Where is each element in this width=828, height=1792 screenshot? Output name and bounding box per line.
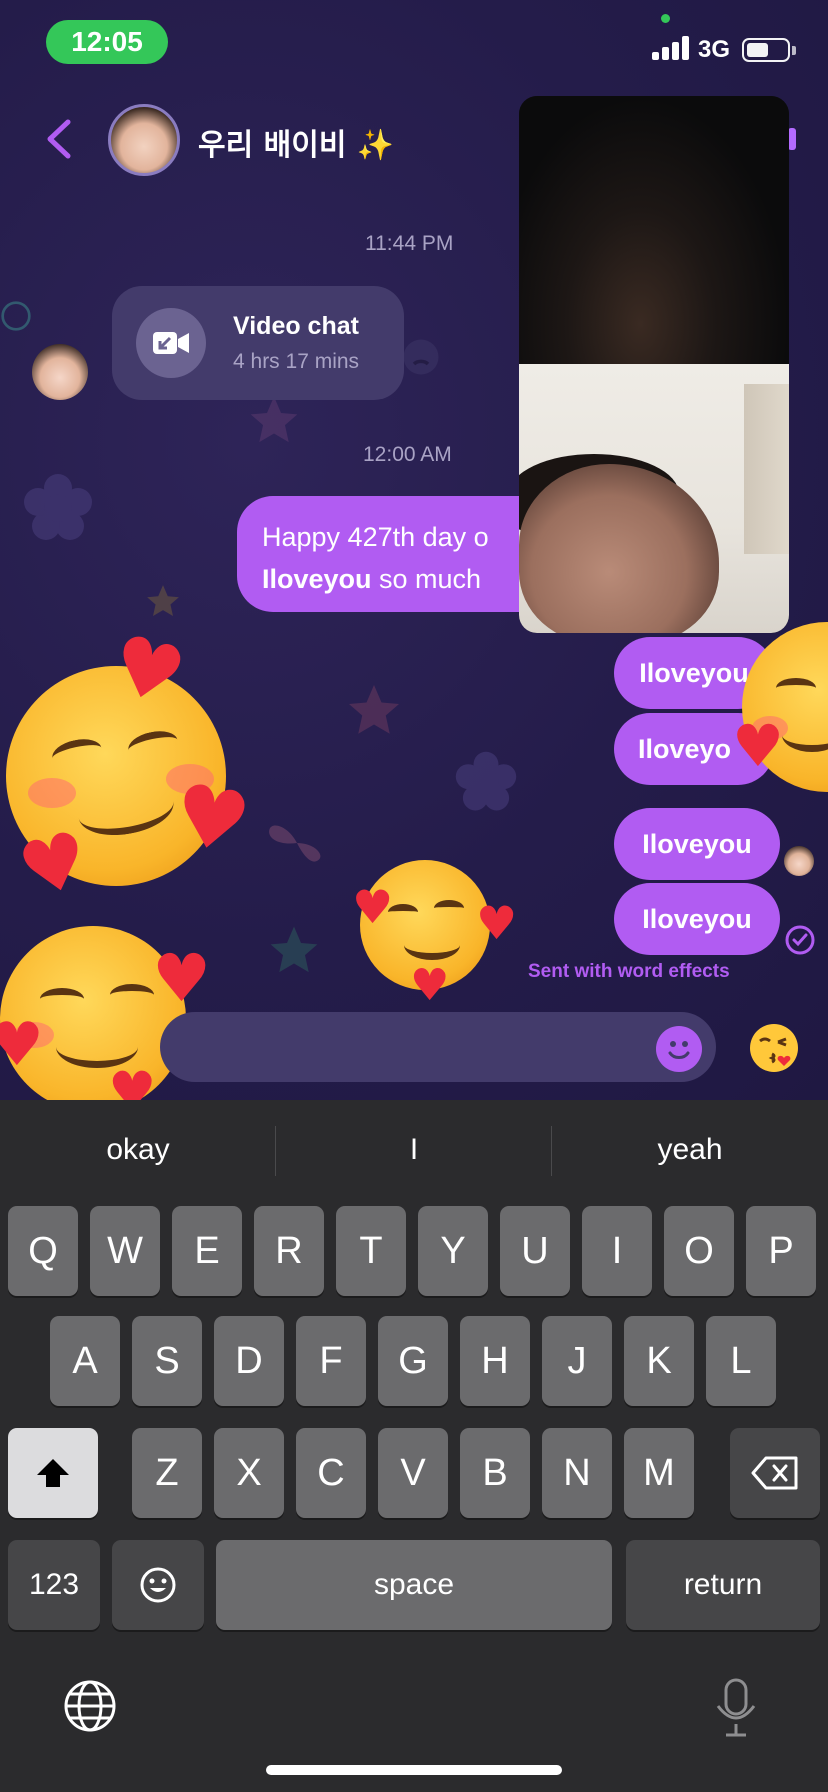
keyboard: okay I yeah Q W E R T Y U I O P A S D F … — [0, 1100, 828, 1792]
key-f[interactable]: F — [296, 1316, 366, 1406]
shift-icon — [37, 1459, 69, 1487]
key-u[interactable]: U — [500, 1206, 570, 1296]
suggestion-item[interactable]: yeah — [552, 1100, 828, 1200]
home-indicator[interactable] — [266, 1765, 562, 1775]
network-type: 3G — [698, 36, 731, 63]
flower-sticker-decoration — [24, 474, 92, 540]
kiss-emoji-icon — [750, 1024, 798, 1072]
message-text: so much — [371, 564, 482, 594]
key-h[interactable]: H — [460, 1316, 530, 1406]
background-door — [744, 384, 789, 554]
key-i[interactable]: I — [582, 1206, 652, 1296]
suggestion-item[interactable]: I — [276, 1100, 552, 1200]
key-q[interactable]: Q — [8, 1206, 78, 1296]
key-t[interactable]: T — [336, 1206, 406, 1296]
dictation-button[interactable] — [714, 1678, 758, 1738]
bold-word: Iloveyou — [262, 564, 372, 594]
message-input[interactable] — [160, 1012, 716, 1082]
star-sticker-decoration — [349, 685, 399, 734]
key-g[interactable]: G — [378, 1316, 448, 1406]
key-z[interactable]: Z — [132, 1428, 202, 1518]
emoji-picker-button[interactable] — [656, 1026, 702, 1072]
outgoing-message-bubble[interactable]: Iloveyou — [614, 883, 780, 955]
cellular-signal-icon — [652, 36, 692, 60]
key-j[interactable]: J — [542, 1316, 612, 1406]
butterfly-sticker-decoration — [269, 825, 321, 862]
message-timestamp: 12:00 AM — [363, 443, 452, 466]
remote-video-feed — [519, 96, 789, 364]
sender-avatar — [32, 344, 88, 400]
message-timestamp: 11:44 PM — [365, 232, 454, 255]
heart-icon: ♥ — [732, 712, 784, 780]
read-receipt-avatar — [784, 846, 814, 876]
camera-in-use-indicator — [661, 14, 670, 23]
key-b[interactable]: B — [460, 1428, 530, 1518]
heart-icon: ♥ — [152, 940, 212, 1017]
key-m[interactable]: M — [624, 1428, 694, 1518]
smiley-sticker-decoration — [1, 301, 31, 331]
video-camera-icon — [136, 308, 206, 378]
outgoing-message-bubble[interactable]: Iloveyou — [614, 808, 780, 880]
battery-icon — [742, 38, 790, 62]
key-e[interactable]: E — [172, 1206, 242, 1296]
key-v[interactable]: V — [378, 1428, 448, 1518]
status-bar: 12:05 3G — [0, 0, 828, 90]
delivered-check-icon — [785, 925, 815, 955]
key-d[interactable]: D — [214, 1316, 284, 1406]
chevron-left-icon — [47, 119, 71, 159]
video-chat-title: Video chat — [233, 312, 359, 340]
heart-icon: ♥ — [410, 960, 450, 1011]
star-sticker-decoration — [250, 396, 298, 443]
heart-icon: ♥ — [0, 1010, 44, 1080]
key-r[interactable]: R — [254, 1206, 324, 1296]
key-k[interactable]: K — [624, 1316, 694, 1406]
heart-icon: ♥ — [166, 764, 258, 874]
quick-reaction-button[interactable] — [748, 1022, 800, 1074]
key-w[interactable]: W — [90, 1206, 160, 1296]
shift-key[interactable] — [8, 1428, 98, 1518]
heart-icon: ♥ — [108, 1060, 157, 1100]
heart-icon: ♥ — [352, 880, 394, 934]
word-effects-note: Sent with word effects — [528, 961, 730, 982]
suggestion-item[interactable]: okay — [0, 1100, 276, 1200]
chat-area[interactable]: 12:05 3G 우리 배이비 ✨ 11:44 PM Video chat 4 … — [0, 0, 828, 1100]
star-sticker-decoration — [147, 585, 179, 617]
key-s[interactable]: S — [132, 1316, 202, 1406]
key-n[interactable]: N — [542, 1428, 612, 1518]
key-a[interactable]: A — [50, 1316, 120, 1406]
globe-icon — [64, 1680, 116, 1732]
video-chat-duration: 4 hrs 17 mins — [233, 350, 360, 373]
backspace-icon — [751, 1456, 798, 1490]
contact-avatar[interactable] — [108, 104, 180, 176]
header-menu-accent — [788, 128, 796, 150]
delete-key[interactable] — [730, 1428, 820, 1518]
emoji-key[interactable] — [112, 1540, 204, 1630]
heart-icon: ♥ — [476, 896, 518, 950]
chat-title[interactable]: 우리 배이비 ✨ — [198, 120, 394, 164]
smiley-sticker-decoration — [403, 339, 439, 375]
globe-button[interactable] — [62, 1678, 118, 1734]
key-o[interactable]: O — [664, 1206, 734, 1296]
key-y[interactable]: Y — [418, 1206, 488, 1296]
emoji-icon — [140, 1567, 176, 1603]
star-sticker-decoration — [270, 926, 318, 973]
key-p[interactable]: P — [746, 1206, 816, 1296]
microphone-icon — [716, 1678, 756, 1737]
back-button[interactable] — [34, 112, 84, 166]
numbers-key[interactable]: 123 — [8, 1540, 100, 1630]
flower-sticker-decoration — [455, 751, 517, 811]
space-key[interactable]: space — [216, 1540, 612, 1630]
return-key[interactable]: return — [626, 1540, 820, 1630]
key-c[interactable]: C — [296, 1428, 366, 1518]
key-x[interactable]: X — [214, 1428, 284, 1518]
video-call-pip[interactable] — [519, 96, 789, 633]
key-l[interactable]: L — [706, 1316, 776, 1406]
video-chat-card[interactable]: Video chat 4 hrs 17 mins — [112, 286, 404, 400]
smile-icon — [668, 1041, 690, 1059]
person-face — [519, 464, 719, 633]
status-time[interactable]: 12:05 — [46, 20, 168, 64]
local-video-feed — [519, 364, 789, 633]
battery-tip — [792, 46, 796, 55]
